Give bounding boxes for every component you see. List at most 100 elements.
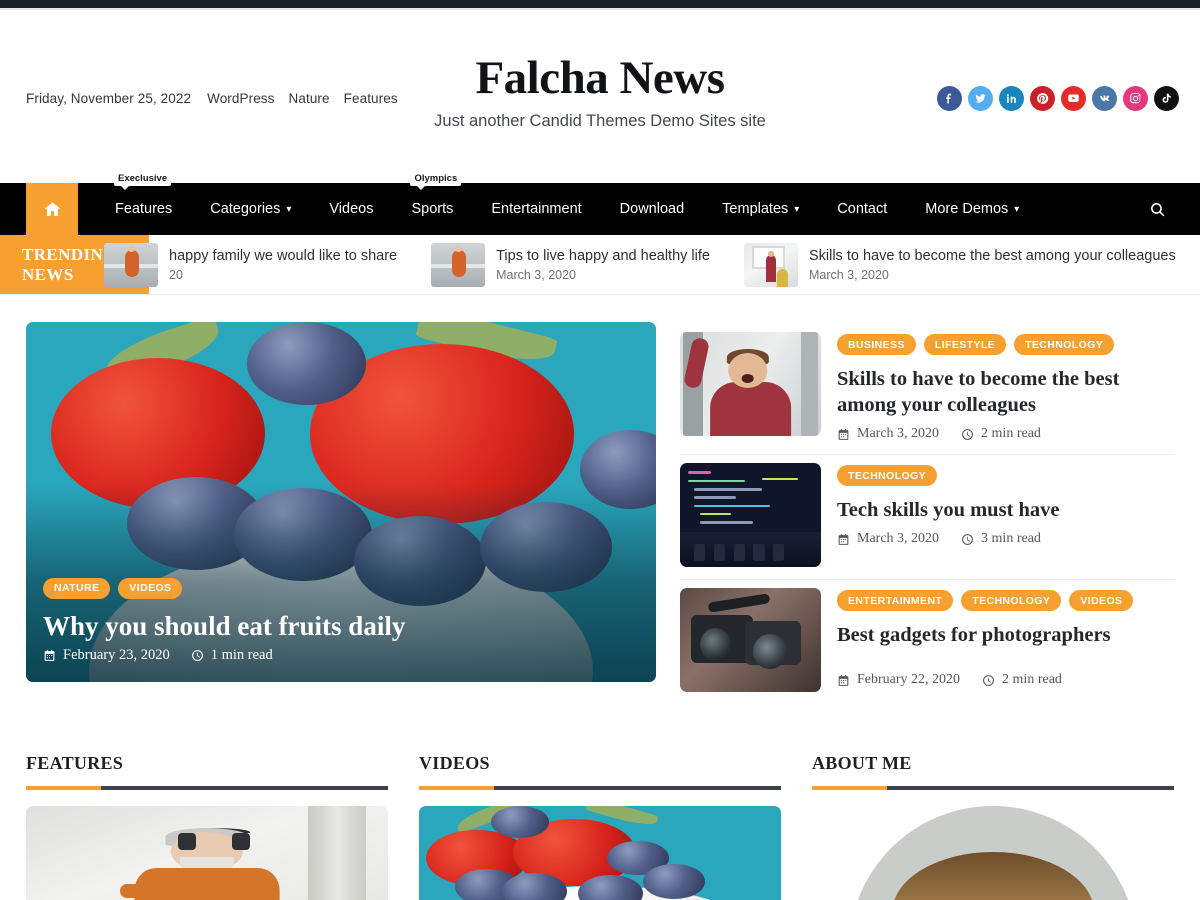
linkedin-icon[interactable]: [999, 86, 1024, 111]
ticker-item[interactable]: Tips to live happy and healthy life Marc…: [414, 235, 727, 294]
nav-item-more-demos[interactable]: More Demos ▾: [906, 183, 1038, 235]
featured-section: NATURE VIDEOS Why you should eat fruits …: [0, 295, 1200, 704]
hero-read-time-text: 1 min read: [210, 647, 273, 663]
nav-item-contact[interactable]: Contact: [818, 183, 906, 235]
article-category-entertainment[interactable]: ENTERTAINMENT: [837, 590, 954, 612]
ticker-item[interactable]: happy family we would like to share 20: [87, 235, 414, 294]
social-links: [937, 86, 1179, 111]
ticker-item[interactable]: Skills to have to become the best among …: [727, 235, 1193, 294]
section-divider: [26, 786, 388, 791]
nav-home-button[interactable]: [26, 183, 78, 235]
ticker-item-title: Skills to have to become the best among …: [808, 247, 1176, 264]
article-date-text: February 22, 2020: [857, 672, 961, 688]
nav-label-sports: Sports: [411, 201, 454, 217]
trending-news-track[interactable]: happy family we would like to share 20 T…: [87, 235, 1200, 294]
article-category-list: TECHNOLOGY: [837, 465, 1174, 487]
section-features: FEATURES: [26, 753, 388, 900]
avatar: [849, 806, 1137, 900]
article-meta: March 3, 2020 2 min read: [837, 426, 1174, 442]
article-category-videos[interactable]: VIDEOS: [1069, 590, 1134, 612]
hero-article-card[interactable]: NATURE VIDEOS Why you should eat fruits …: [26, 322, 656, 682]
section-divider: [812, 786, 1174, 791]
instagram-icon[interactable]: [1123, 86, 1148, 111]
nav-item-templates[interactable]: Templates ▾: [703, 183, 818, 235]
pinterest-icon[interactable]: [1030, 86, 1055, 111]
nav-label-features: Features: [115, 201, 173, 217]
article-list-item[interactable]: ENTERTAINMENT TECHNOLOGY VIDEOS Best gad…: [680, 580, 1174, 704]
nav-label-categories: Categories: [210, 201, 281, 217]
calendar-icon: [838, 674, 849, 686]
hero-category-nature[interactable]: NATURE: [43, 577, 111, 599]
nav-item-categories[interactable]: Categories ▾: [191, 183, 310, 235]
article-thumbnail: [680, 588, 821, 693]
home-icon: [44, 201, 60, 216]
article-category-technology[interactable]: TECHNOLOGY: [961, 590, 1062, 612]
vk-icon[interactable]: [1092, 86, 1117, 111]
ticker-thumbnail: [104, 242, 158, 287]
nav-item-entertainment[interactable]: Entertainment: [472, 183, 600, 235]
top-accent-strip: [0, 0, 1200, 8]
hero-date-text: February 23, 2020: [63, 647, 170, 663]
calendar-icon: [838, 428, 849, 440]
section-divider: [419, 786, 781, 791]
clock-icon: [962, 428, 973, 440]
ticker-thumbnail: [431, 242, 486, 287]
nav-label-templates: Templates: [722, 201, 789, 217]
article-category-business[interactable]: BUSINESS: [837, 334, 916, 355]
ticker-item-title: happy family we would like to share: [169, 247, 398, 264]
article-category-list: BUSINESS LIFESTYLE TECHNOLOGY: [837, 334, 1174, 355]
videos-card[interactable]: [419, 806, 781, 900]
nav-item-features[interactable]: Execlusive Features: [96, 172, 191, 235]
ticker-item[interactable]: Te Ma: [1193, 235, 1200, 294]
hero-category-videos[interactable]: VIDEOS: [118, 577, 183, 599]
article-thumbnail: [680, 463, 821, 568]
twitter-icon[interactable]: [968, 86, 993, 111]
article-read-time: 3 min read: [961, 531, 1041, 547]
article-date-text: March 3, 2020: [857, 426, 940, 442]
masthead: Friday, November 25, 2022 WordPress Natu…: [0, 10, 1200, 165]
nav-links: Execlusive Features Categories ▾ Videos …: [78, 172, 1038, 235]
article-list-item[interactable]: BUSINESS LIFESTYLE TECHNOLOGY Skills to …: [680, 324, 1174, 456]
site-description: Just another Candid Themes Demo Sites si…: [434, 111, 766, 130]
article-thumbnail: [680, 332, 821, 436]
article-title[interactable]: Tech skills you must have: [837, 497, 1174, 523]
article-read-time-text: 2 min read: [981, 426, 1041, 442]
features-card[interactable]: [26, 806, 388, 900]
section-heading-videos: VIDEOS: [419, 753, 490, 774]
article-date: March 3, 2020: [837, 531, 939, 547]
nav-label-more-demos: More Demos: [925, 201, 1009, 217]
nav-label-contact: Contact: [837, 201, 888, 217]
bottom-sections: FEATURES VIDEOS ABOUT ME: [0, 704, 1200, 900]
ticker-item-date: March 3, 2020: [496, 268, 577, 283]
article-category-lifestyle[interactable]: LIFESTYLE: [923, 334, 1007, 355]
article-read-time: 2 min read: [982, 672, 1062, 688]
article-title[interactable]: Best gadgets for photographers: [837, 622, 1174, 648]
article-date: March 3, 2020: [837, 426, 939, 442]
youtube-icon[interactable]: [1061, 86, 1086, 111]
hero-title[interactable]: Why you should eat fruits daily: [43, 610, 636, 642]
section-heading-features: FEATURES: [26, 753, 124, 774]
facebook-icon[interactable]: [937, 86, 962, 111]
article-date-text: March 3, 2020: [857, 531, 940, 547]
article-list-item[interactable]: TECHNOLOGY Tech skills you must have Mar…: [680, 455, 1174, 581]
ticker-item-title: Tips to live happy and healthy life: [496, 247, 710, 264]
article-category-technology[interactable]: TECHNOLOGY: [837, 465, 938, 487]
tiktok-icon[interactable]: [1154, 86, 1179, 111]
clock-icon: [983, 674, 994, 686]
article-meta: February 22, 2020 2 min read: [837, 670, 1174, 689]
nav-item-sports[interactable]: Olympics Sports: [392, 172, 472, 235]
chevron-down-icon: ▾: [1014, 204, 1020, 215]
chevron-down-icon: ▾: [794, 204, 800, 215]
nav-badge-sports: Olympics: [410, 172, 462, 191]
nav-label-entertainment: Entertainment: [491, 201, 582, 217]
calendar-icon: [838, 533, 849, 545]
hero-category-list: NATURE VIDEOS: [43, 577, 636, 599]
article-category-technology[interactable]: TECHNOLOGY: [1014, 334, 1115, 355]
article-read-time-text: 2 min read: [1002, 672, 1062, 688]
article-title[interactable]: Skills to have to become the best among …: [837, 366, 1174, 418]
nav-item-videos[interactable]: Videos: [310, 183, 392, 235]
search-toggle-button[interactable]: [1141, 183, 1174, 235]
nav-label-download: Download: [619, 201, 685, 217]
nav-item-download[interactable]: Download: [601, 183, 704, 235]
page-root: Friday, November 25, 2022 WordPress Natu…: [0, 0, 1200, 900]
